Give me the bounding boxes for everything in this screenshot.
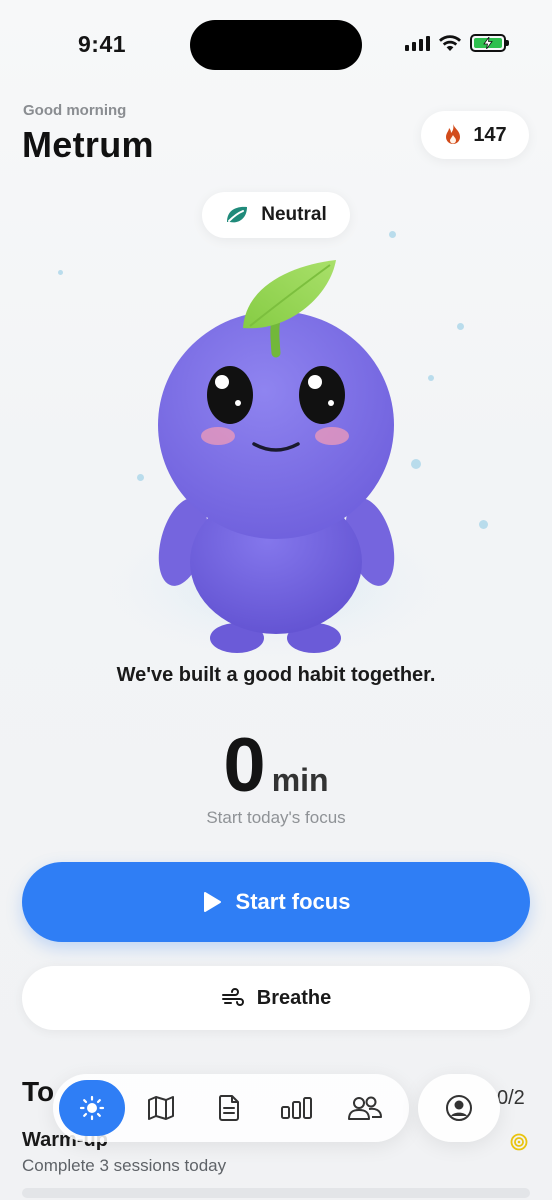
wind-icon: [221, 988, 244, 1006]
breathe-label: Breathe: [256, 986, 332, 1009]
tab-stats[interactable]: [263, 1080, 331, 1136]
dynamic-island: [190, 20, 362, 70]
status-time: 9:41: [78, 31, 127, 57]
focus-time-display: 0 min: [0, 722, 552, 809]
play-icon: [203, 892, 221, 912]
bar-chart-icon: [281, 1097, 312, 1119]
sun-icon: [79, 1095, 105, 1121]
map-icon: [148, 1096, 174, 1120]
mission-subtitle: Complete 3 sessions today: [22, 1156, 227, 1175]
cellular-signal-icon: [405, 35, 430, 51]
tab-today[interactable]: [59, 1080, 125, 1136]
missions-title: To: [22, 1076, 55, 1107]
start-focus-label: Start focus: [235, 889, 351, 914]
target-icon: [510, 1133, 528, 1151]
mood-label: Neutral: [261, 204, 327, 225]
tab-notes[interactable]: [195, 1080, 263, 1136]
flame-icon: [446, 124, 461, 144]
status-icons: [405, 34, 509, 52]
mission-progress-bar: [22, 1188, 530, 1198]
tab-map[interactable]: [127, 1080, 195, 1136]
greeting-text: Good morning: [23, 102, 127, 119]
focus-minutes-value: 0: [223, 723, 265, 808]
profile-icon: [446, 1095, 472, 1121]
streak-count: 147: [473, 123, 507, 146]
wifi-icon: [439, 35, 461, 51]
username-title: Metrum: [22, 124, 154, 165]
leaf-icon: [227, 206, 248, 223]
breathe-button[interactable]: Breathe: [22, 966, 530, 1030]
sparkle-dot: [389, 231, 396, 238]
battery-charging-icon: [470, 34, 509, 52]
missions-count: 0/2: [497, 1087, 525, 1109]
profile-button[interactable]: [418, 1074, 500, 1142]
document-icon: [218, 1095, 239, 1121]
start-focus-button[interactable]: Start focus: [22, 862, 530, 942]
people-icon: [348, 1096, 382, 1120]
tab-friends[interactable]: [331, 1080, 399, 1136]
companion-message: We've built a good habit together.: [116, 664, 436, 686]
tab-bar: [53, 1074, 409, 1142]
focus-unit: min: [271, 762, 329, 798]
streak-badge[interactable]: 147: [421, 111, 529, 159]
companion-area: [0, 231, 552, 660]
status-bar: 9:41: [0, 0, 552, 90]
mascot-character: [101, 260, 451, 660]
mood-pill[interactable]: Neutral: [202, 192, 350, 238]
focus-subtitle: Start today's focus: [206, 808, 346, 827]
